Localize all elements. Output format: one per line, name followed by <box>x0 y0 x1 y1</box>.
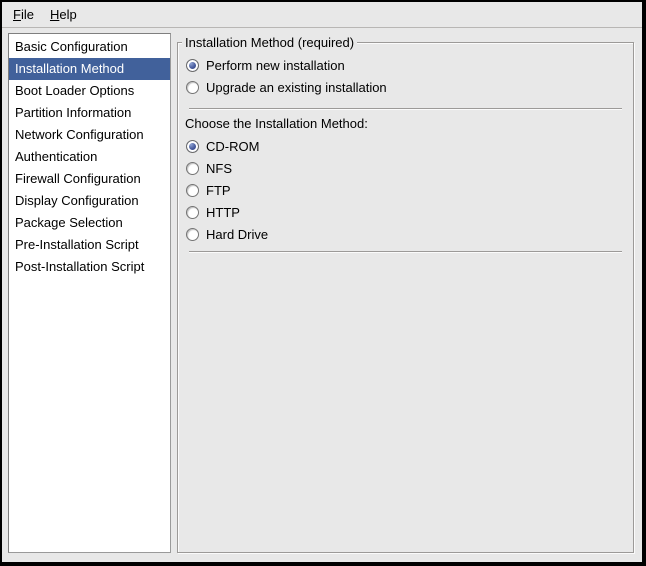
sidebar-item-partition-information[interactable]: Partition Information <box>9 102 170 124</box>
sidebar-item-display-configuration[interactable]: Display Configuration <box>9 190 170 212</box>
radio-icon[interactable] <box>186 228 199 241</box>
radio-row-ftp[interactable]: FTP <box>184 179 627 201</box>
sidebar-item-boot-loader-options[interactable]: Boot Loader Options <box>9 80 170 102</box>
radio-icon[interactable] <box>186 206 199 219</box>
radio-label: FTP <box>206 183 231 198</box>
sidebar-item-network-configuration[interactable]: Network Configuration <box>9 124 170 146</box>
choose-method-label: Choose the Installation Method: <box>184 113 627 135</box>
horizontal-separator <box>189 251 622 253</box>
radio-icon[interactable] <box>186 184 199 197</box>
section-list: Basic Configuration Installation Method … <box>8 33 171 553</box>
radio-label: Perform new installation <box>206 58 345 73</box>
menubar: File Help <box>2 2 642 28</box>
radio-row-upgrade-existing-installation[interactable]: Upgrade an existing installation <box>184 76 627 98</box>
frame-title: Installation Method (required) <box>182 34 357 51</box>
radio-icon[interactable] <box>186 81 199 94</box>
radio-icon-selected[interactable] <box>186 59 199 72</box>
radio-label: Upgrade an existing installation <box>206 80 387 95</box>
radio-label: NFS <box>206 161 232 176</box>
sidebar-item-package-selection[interactable]: Package Selection <box>9 212 170 234</box>
radio-label: Hard Drive <box>206 227 268 242</box>
radio-icon[interactable] <box>186 162 199 175</box>
sidebar-item-authentication[interactable]: Authentication <box>9 146 170 168</box>
radio-row-perform-new-installation[interactable]: Perform new installation <box>184 54 627 76</box>
sidebar-item-pre-installation-script[interactable]: Pre-Installation Script <box>9 234 170 256</box>
horizontal-separator <box>189 108 622 110</box>
sidebar-item-post-installation-script[interactable]: Post-Installation Script <box>9 256 170 278</box>
radio-row-nfs[interactable]: NFS <box>184 157 627 179</box>
kickstart-configurator-window: File Help Basic Configuration Installati… <box>0 0 646 566</box>
radio-icon-selected[interactable] <box>186 140 199 153</box>
sidebar-item-basic-configuration[interactable]: Basic Configuration <box>9 36 170 58</box>
radio-row-hard-drive[interactable]: Hard Drive <box>184 223 627 245</box>
radio-label: CD-ROM <box>206 139 259 154</box>
radio-row-cdrom[interactable]: CD-ROM <box>184 135 627 157</box>
menu-help[interactable]: Help <box>42 2 85 27</box>
menu-file[interactable]: File <box>5 2 42 27</box>
sidebar-item-firewall-configuration[interactable]: Firewall Configuration <box>9 168 170 190</box>
radio-label: HTTP <box>206 205 240 220</box>
radio-row-http[interactable]: HTTP <box>184 201 627 223</box>
sidebar-item-installation-method[interactable]: Installation Method <box>9 58 170 80</box>
installation-method-frame: Installation Method (required) Perform n… <box>177 42 634 553</box>
